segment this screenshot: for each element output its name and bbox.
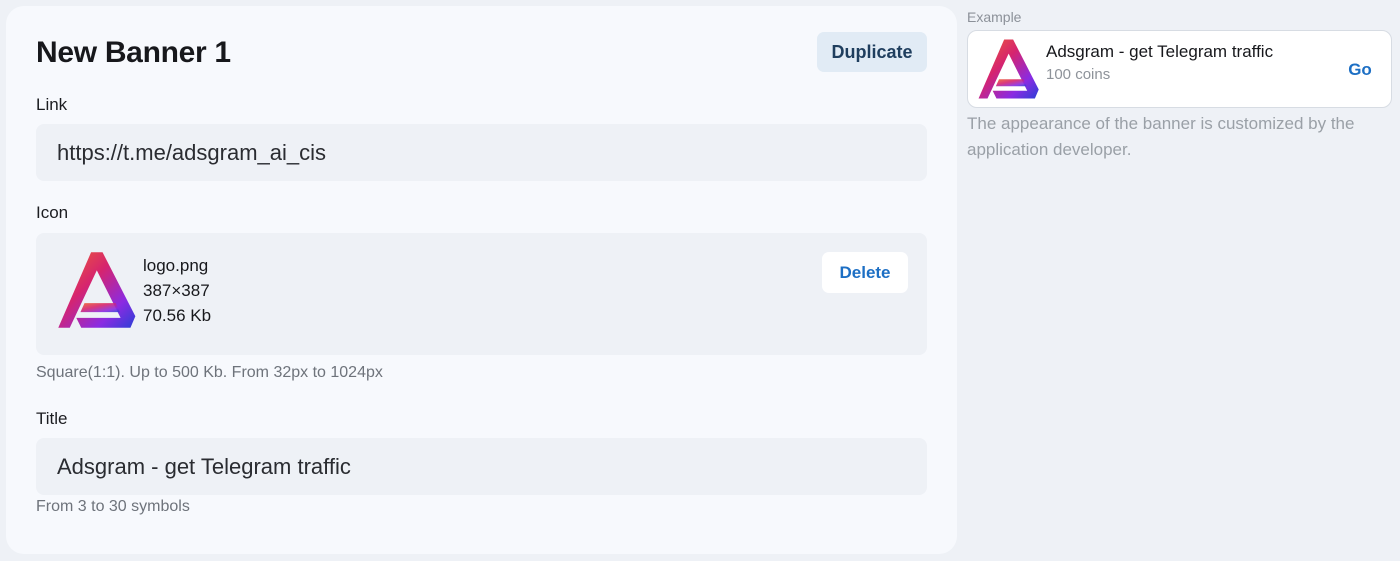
icon-hint: Square(1:1). Up to 500 Kb. From 32px to … bbox=[36, 364, 383, 381]
go-button[interactable]: Go bbox=[1338, 58, 1382, 82]
adsgram-logo-icon bbox=[58, 252, 136, 328]
delete-icon-button[interactable]: Delete bbox=[822, 252, 908, 293]
title-label: Title bbox=[36, 409, 68, 428]
file-dimensions: 387×387 bbox=[143, 281, 210, 300]
page-title: New Banner 1 bbox=[36, 36, 231, 69]
preview-note: The appearance of the banner is customiz… bbox=[967, 114, 1355, 159]
banner-preview: Adsgram - get Telegram traffic 100 coins… bbox=[967, 30, 1392, 108]
example-label: Example bbox=[967, 9, 1022, 25]
file-size: 70.56 Kb bbox=[143, 306, 212, 325]
title-input[interactable] bbox=[36, 438, 927, 495]
link-input[interactable] bbox=[36, 124, 927, 181]
adsgram-logo-icon bbox=[978, 39, 1039, 99]
icon-label: Icon bbox=[36, 203, 69, 222]
duplicate-button[interactable]: Duplicate bbox=[817, 32, 927, 72]
page: New Banner 1 Duplicate Link Icon logo bbox=[0, 0, 1400, 561]
file-meta: logo.png 387×387 70.56 Kb bbox=[143, 253, 211, 328]
banner-editor-card: New Banner 1 Duplicate Link Icon logo bbox=[6, 6, 957, 554]
preview-reward: 100 coins bbox=[1046, 66, 1111, 83]
file-name: logo.png bbox=[143, 256, 209, 275]
link-label: Link bbox=[36, 95, 68, 114]
preview-title: Adsgram - get Telegram traffic bbox=[1046, 42, 1274, 61]
title-hint: From 3 to 30 symbols bbox=[36, 498, 190, 515]
icon-uploader[interactable]: logo.png 387×387 70.56 Kb Delete bbox=[36, 233, 927, 355]
